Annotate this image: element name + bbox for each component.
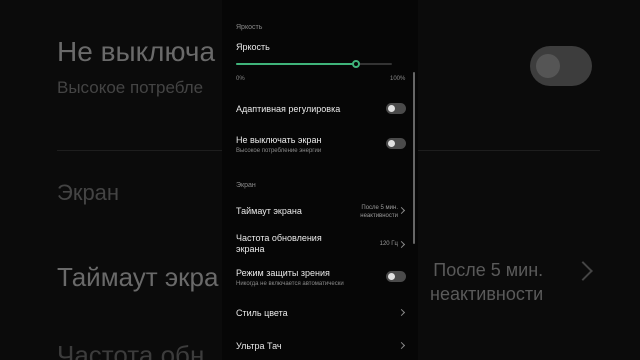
chevron-right-icon xyxy=(397,206,406,215)
refresh-rate-title[interactable]: Частота обновления экрана xyxy=(236,233,322,255)
eye-care-toggle[interactable] xyxy=(386,271,406,282)
brightness-slider[interactable] xyxy=(236,60,392,68)
screen-on-subtitle: Высокое потребление энергии xyxy=(236,148,322,154)
bg-timeout-value: После 5 мин. неактивности xyxy=(430,258,543,306)
bg-timeout-title: Таймаут экра xyxy=(57,262,219,292)
brightness-min-label: 0% xyxy=(236,76,245,82)
ultra-touch-title[interactable]: Ультра Тач xyxy=(236,341,282,351)
brightness-title: Яркость xyxy=(236,42,270,52)
eye-care-title: Режим защиты зрения xyxy=(236,268,330,278)
adaptive-brightness-toggle[interactable] xyxy=(386,103,406,114)
screen-on-toggle[interactable] xyxy=(386,138,406,149)
eye-care-subtitle: Никогда не включается автоматически xyxy=(236,281,344,287)
screen-timeout-value: После 5 мин. неактивности xyxy=(360,204,398,220)
bg-timeout-value-line1: После 5 мин. xyxy=(433,260,544,280)
bg-screen-on-subtitle: Высокое потребле xyxy=(57,78,204,97)
chevron-right-icon xyxy=(397,341,406,350)
bg-refresh-title: Частота обн xyxy=(57,340,205,360)
color-style-title[interactable]: Стиль цвета xyxy=(236,308,288,318)
section-screen-label: Экран xyxy=(236,182,256,189)
screen-timeout-title[interactable]: Таймаут экрана xyxy=(236,206,302,216)
chevron-right-icon xyxy=(397,240,406,249)
screen-timeout-value-line2: неактивности xyxy=(360,213,398,219)
brightness-slider-fill xyxy=(236,63,357,65)
refresh-rate-value: 120 Гц xyxy=(379,241,398,247)
bg-screen-on-title: Не выключа xyxy=(57,36,216,67)
screen-on-title: Не выключать экран xyxy=(236,135,322,145)
refresh-rate-title-line2: экрана xyxy=(236,244,265,254)
section-brightness-label: Яркость xyxy=(236,24,263,31)
bg-toggle xyxy=(530,46,592,86)
brightness-max-label: 100% xyxy=(390,76,406,82)
refresh-rate-title-line1: Частота обновления xyxy=(236,233,322,243)
bg-chevron-right-icon xyxy=(573,261,593,281)
chevron-right-icon xyxy=(397,308,406,317)
bg-timeout-value-line2: неактивности xyxy=(430,284,544,304)
settings-panel: Яркость Яркость 0% 100% Адаптивная регул… xyxy=(222,0,418,360)
brightness-slider-thumb[interactable] xyxy=(352,60,361,68)
screen-timeout-value-line1: После 5 мин. xyxy=(361,205,398,211)
bg-screen-section: Экран xyxy=(57,180,120,205)
adaptive-brightness-title: Адаптивная регулировка xyxy=(236,104,341,114)
scrollbar[interactable] xyxy=(413,72,415,244)
